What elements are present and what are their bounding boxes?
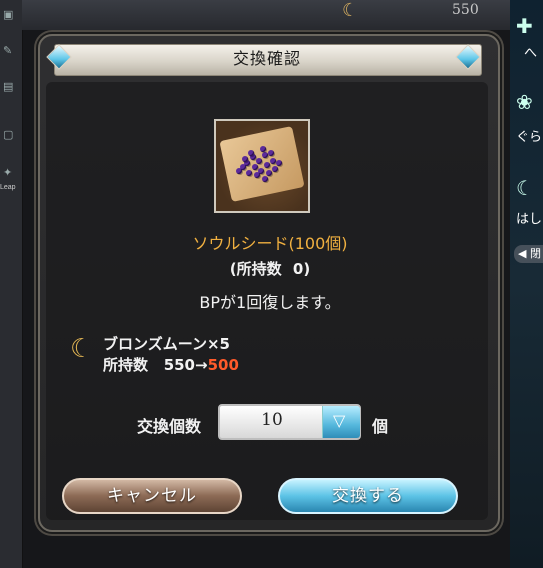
quantity-unit: 個: [372, 417, 389, 436]
top-bar: [22, 0, 520, 30]
owned-count: (所持数 0): [120, 258, 420, 279]
moon-icon: ☾: [70, 334, 94, 364]
seed: [272, 166, 278, 172]
right-menu-icon-3[interactable]: ☾: [516, 176, 534, 200]
leap-icon[interactable]: ✦: [3, 166, 17, 180]
exchange-button[interactable]: 交換する: [278, 478, 458, 514]
moon-count: 550: [452, 2, 479, 18]
holding-after: 500: [207, 356, 239, 374]
dialog-title: 交換確認: [232, 49, 301, 68]
owned-label: (所持数: [229, 260, 282, 278]
cancel-button[interactable]: キャンセル: [62, 478, 242, 514]
right-label-1[interactable]: へ: [524, 42, 537, 61]
seed: [256, 158, 262, 164]
right-label-3[interactable]: はし: [516, 208, 542, 227]
moon-icon: ☾: [342, 0, 359, 21]
seed: [262, 176, 268, 182]
item-name: ソウルシード(100個): [192, 234, 348, 253]
arrow-glyph: →: [195, 356, 208, 374]
right-sidebar: [510, 0, 543, 568]
seed: [254, 172, 260, 178]
left-sidebar: ▣ ✎ ▤ ▢ ✦ Leap: [0, 0, 23, 568]
seed: [264, 162, 270, 168]
seed: [266, 170, 272, 176]
seed: [268, 150, 274, 156]
quantity-value[interactable]: 10: [222, 410, 322, 430]
owned-value: 0): [292, 260, 311, 278]
right-menu-icon-2[interactable]: ❀: [516, 90, 533, 114]
seed: [252, 164, 258, 170]
seed: [242, 156, 248, 162]
quantity-label: 交換個数: [137, 417, 202, 436]
chevron-down-icon[interactable]: ▽: [333, 411, 345, 430]
card-icon[interactable]: ▤: [3, 80, 17, 94]
edit-icon[interactable]: ✎: [3, 44, 17, 58]
seed: [236, 168, 242, 174]
window-icon[interactable]: ▢: [3, 128, 17, 142]
leap-label: Leap: [0, 184, 16, 191]
holding-before: 550: [163, 356, 195, 374]
menu-icon[interactable]: ▣: [3, 8, 17, 22]
seed: [248, 150, 254, 156]
right-menu-icon-1[interactable]: ✚: [516, 14, 533, 38]
seed: [246, 170, 252, 176]
holding-label: 所持数: [103, 356, 149, 374]
seed: [260, 146, 266, 152]
cost-currency: ブロンズムーン×5: [103, 335, 230, 353]
back-button[interactable]: ◀ 閉: [514, 245, 543, 263]
item-description: BPが1回復します。: [199, 293, 341, 312]
right-label-2[interactable]: ぐら: [516, 126, 542, 145]
seed: [276, 160, 282, 166]
holding-change: 所持数 550→500: [103, 354, 239, 375]
